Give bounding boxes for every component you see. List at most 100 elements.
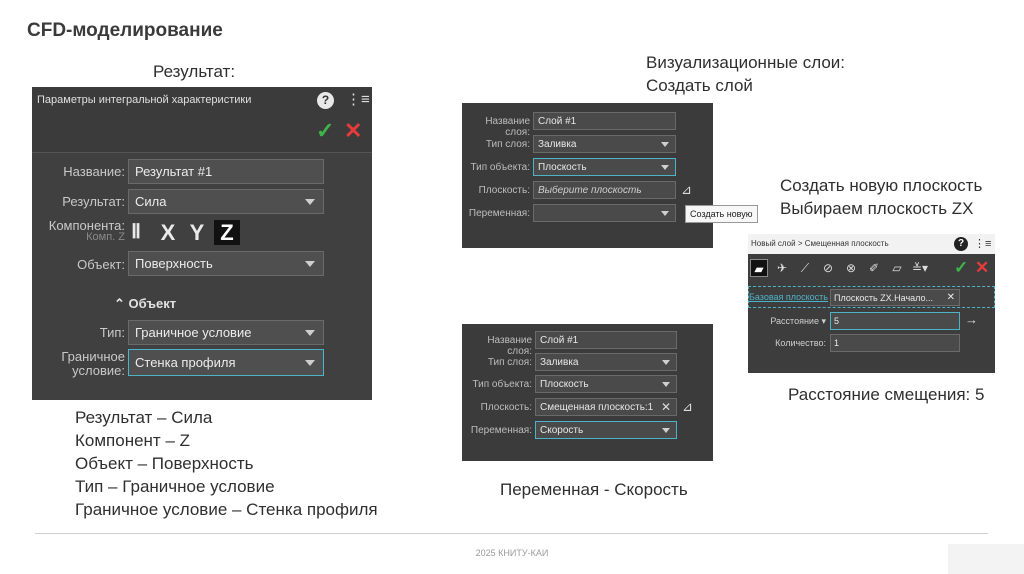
help-icon[interactable]: ? xyxy=(954,237,968,251)
object-select[interactable]: Поверхность xyxy=(128,251,324,276)
ok-icon[interactable]: ✓ xyxy=(954,257,968,279)
plane-tool-icon[interactable]: ⊘ xyxy=(819,259,837,277)
base-plane-field[interactable]: Плоскость ZX.Начало... ✕ xyxy=(830,289,960,306)
type-label: Тип: xyxy=(99,325,125,340)
axis-x-button[interactable]: X xyxy=(155,220,181,245)
layer-name-field[interactable]: Слой #1 xyxy=(535,331,677,349)
variable-label: Переменная: xyxy=(468,208,530,219)
create-plane-line1: Создать новую плоскость xyxy=(780,176,983,195)
type-select[interactable]: Граничное условие xyxy=(128,320,324,345)
axis-z-button[interactable]: Z xyxy=(214,220,240,245)
panel-header: Параметры интегральной характеристики ? … xyxy=(32,87,372,153)
distance-label[interactable]: Расстояние ▾ xyxy=(748,316,826,327)
axis-y-button[interactable]: Y xyxy=(184,220,210,245)
object-type-value: Плоскость xyxy=(540,378,589,390)
new-plane-icon[interactable]: ⊿ xyxy=(681,182,692,198)
distance-field[interactable]: 5 xyxy=(830,312,960,330)
plane-tool-icon[interactable]: ⟋ xyxy=(796,259,814,277)
plane-value: Смещенная плоскость:1 xyxy=(540,401,654,413)
layer-name-label: Название слоя: xyxy=(487,335,532,357)
layer-type-label: Тип слоя: xyxy=(487,357,532,368)
object-type-label: Тип объекта: xyxy=(472,379,532,390)
result-select-value: Сила xyxy=(135,194,167,209)
layer-type-select[interactable]: Заливка xyxy=(533,135,676,153)
object-type-label: Тип объекта: xyxy=(470,162,530,173)
arrow-right-icon: → xyxy=(965,312,978,327)
bc-select[interactable]: Стенка профиля xyxy=(128,349,324,376)
variable-caption: Переменная - Скорость xyxy=(500,480,688,499)
summary-item: Тип – Граничное условие xyxy=(75,477,275,496)
footer-divider xyxy=(35,533,988,534)
base-plane-label[interactable]: Базовая плоскость xyxy=(748,292,828,302)
summary-item: Объект – Поверхность xyxy=(75,454,254,473)
create-new-tooltip: Создать новую xyxy=(685,205,758,223)
count-label: Количество: xyxy=(775,338,826,348)
tree-icon[interactable]: ⋮≡ xyxy=(974,237,991,252)
chevron-down-icon xyxy=(662,382,670,387)
tree-icon[interactable]: ⋮≡ xyxy=(346,92,370,107)
object-label: Объект: xyxy=(77,257,125,272)
plane-label: Плоскость: xyxy=(478,185,530,196)
clear-icon[interactable]: ✕ xyxy=(661,399,671,415)
slide-title: CFD-моделирование xyxy=(27,20,223,41)
chevron-down-icon xyxy=(305,329,315,336)
layer-type-value: Заливка xyxy=(538,138,577,150)
variable-value: Скорость xyxy=(540,424,584,436)
object-select-value: Поверхность xyxy=(135,256,213,271)
result-label: Результат: xyxy=(62,194,125,209)
count-field[interactable]: 1 xyxy=(830,334,960,352)
plane-tool-offset-icon[interactable]: ▰ xyxy=(750,259,768,277)
panel-header: Новый слой > Смещенная плоскость ? ⋮≡ xyxy=(748,234,995,254)
type-select-value: Граничное условие xyxy=(135,325,252,340)
plane-tool-dropdown-icon[interactable]: ≚▾ xyxy=(911,259,929,277)
panel-title: Параметры интегральной характеристики xyxy=(37,94,252,106)
cancel-icon[interactable]: ✕ xyxy=(975,257,989,279)
bc-label-line1: Граничное xyxy=(61,349,125,364)
plane-select[interactable]: Выберите плоскость xyxy=(533,181,676,199)
chevron-down-icon xyxy=(305,198,315,205)
create-plane-line2: Выбираем плоскость ZX xyxy=(780,199,974,218)
axis-cursor-icon: Ⅱ xyxy=(131,221,141,243)
plane-tool-icon[interactable]: ⊗ xyxy=(842,259,860,277)
plane-tool-icon[interactable]: ▱ xyxy=(888,259,906,277)
help-icon[interactable]: ? xyxy=(317,92,334,109)
result-select[interactable]: Сила xyxy=(128,189,324,214)
chevron-down-icon xyxy=(305,260,315,267)
result-heading: Результат: xyxy=(153,62,236,81)
chevron-down-icon xyxy=(661,165,669,170)
layer-type-label: Тип слоя: xyxy=(485,139,530,150)
cancel-icon[interactable]: ✕ xyxy=(344,120,362,142)
chevron-up-icon: ⌃ xyxy=(114,296,125,311)
variable-select[interactable]: Скорость xyxy=(535,421,677,439)
layer-name-label: Название слоя: xyxy=(485,116,530,138)
layer-type-value: Заливка xyxy=(540,356,579,368)
plane-select[interactable]: Смещенная плоскость:1 ✕ xyxy=(535,398,677,416)
summary-item: Результат – Сила xyxy=(75,408,213,427)
clear-icon[interactable]: ✕ xyxy=(947,292,955,303)
ok-icon[interactable]: ✓ xyxy=(316,120,334,142)
plane-label: Плоскость: xyxy=(480,402,532,413)
bc-label-line2: условие: xyxy=(72,363,125,378)
chevron-down-icon xyxy=(662,360,670,365)
summary-item: Компонент – Z xyxy=(75,431,191,450)
vis-layer-panel-filled: Название слоя: Слой #1 Тип слоя: Заливка… xyxy=(462,324,713,461)
footer-text: 2025 КНИТУ-КАИ xyxy=(475,548,549,558)
result-params-panel: Параметры интегральной характеристики ? … xyxy=(32,87,372,400)
new-plane-icon[interactable]: ⊿ xyxy=(682,399,693,415)
layer-name-field[interactable]: Слой #1 xyxy=(533,112,676,130)
base-plane-value: Плоскость ZX.Начало... xyxy=(834,292,934,303)
chevron-down-icon xyxy=(661,211,669,216)
object-type-select[interactable]: Плоскость xyxy=(535,375,677,393)
variable-label: Переменная: xyxy=(470,425,532,436)
component-sublabel: Комп. Z xyxy=(86,231,125,243)
plane-tool-icon[interactable]: ✈ xyxy=(773,259,791,277)
name-label: Название: xyxy=(63,164,125,179)
plane-tool-icon[interactable]: ✐ xyxy=(865,259,883,277)
layer-type-select[interactable]: Заливка xyxy=(535,353,677,371)
object-type-select[interactable]: Плоскость xyxy=(533,158,676,176)
summary-list: Результат – Сила Компонент – Z Объект – … xyxy=(75,406,378,521)
variable-select[interactable] xyxy=(533,204,676,222)
object-group-toggle[interactable]: ⌃ Объект xyxy=(114,296,176,312)
name-field[interactable]: Результат #1 xyxy=(128,159,324,184)
corner-block xyxy=(948,544,1024,574)
